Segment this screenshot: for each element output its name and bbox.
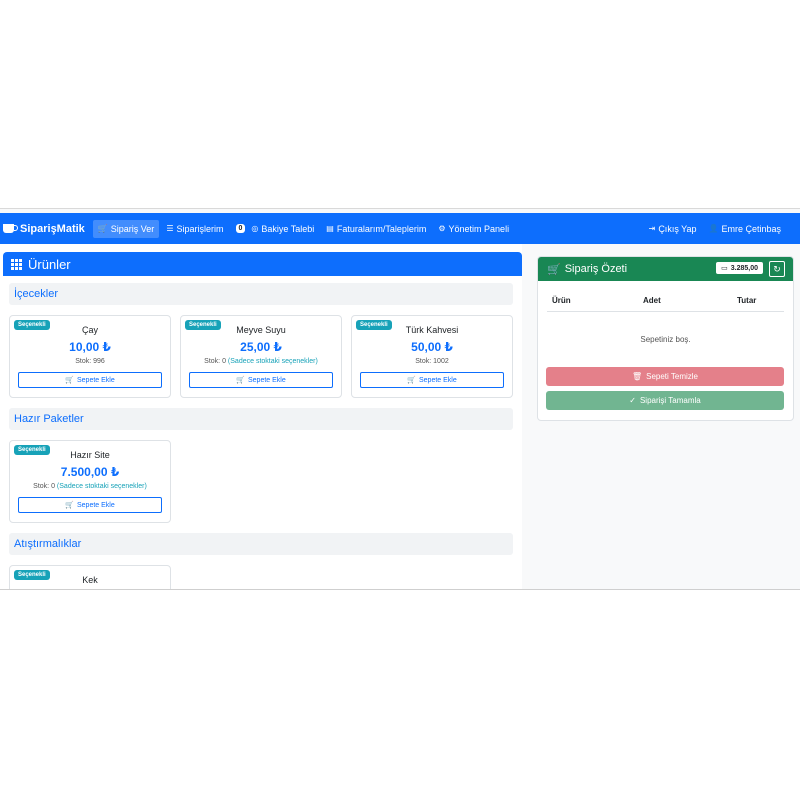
product-stock: Stok: 996 — [10, 358, 170, 365]
nav-bakiye-talebi[interactable]: 0 ◎ Bakiye Talebi — [231, 220, 320, 238]
product-price: 7.500,00 ₺ — [60, 465, 120, 479]
table-divider — [547, 311, 784, 312]
button-label: Siparişi Tamamla — [639, 396, 701, 405]
product-stock: Stok: 0 (Sadece stoktaki seçenekler) — [181, 358, 341, 365]
product-card-meyve-suyu: Seçenekli Meyve Suyu 25,00 ₺ Stok: 0 (Sa… — [180, 315, 342, 398]
order-summary-header: 🛒 Sipariş Özeti ▭ 3.285,00 ↻ — [538, 257, 793, 281]
products-panel: Ürünler İçecekler Seçenekli Çay 10,00 ₺ … — [0, 244, 522, 589]
brand-link[interactable]: SiparişMatik — [0, 223, 93, 235]
product-name: Çay — [81, 325, 98, 335]
coin-icon: ◎ — [251, 223, 259, 233]
trash-icon: 🗑 — [631, 372, 643, 381]
product-name: Kek — [82, 575, 98, 585]
complete-order-button[interactable]: ✓ Siparişi Tamamla — [546, 391, 784, 410]
logout-icon: ⇥ — [648, 223, 656, 233]
section-header-icecekler: İçecekler — [9, 283, 513, 305]
cart-icon: 🛒 — [407, 377, 416, 384]
button-label: Sepete Ekle — [247, 376, 286, 384]
button-label: Sepete Ekle — [418, 376, 457, 384]
product-stock: Stok: 1002 — [352, 358, 512, 365]
app-window: SiparişMatik 🛒 Sipariş Ver ☰ Siparişleri… — [0, 208, 800, 590]
nav-siparislerim[interactable]: ☰ Siparişlerim — [161, 220, 228, 238]
refresh-button[interactable]: ↻ — [769, 261, 785, 277]
cart-icon: 🛒 — [65, 377, 74, 384]
nav-siparis-ver[interactable]: 🛒 Sipariş Ver — [92, 219, 160, 238]
nav-yonetim-paneli[interactable]: ⚙ Yönetim Paneli — [433, 220, 514, 238]
product-card-cay: Seçenekli Çay 10,00 ₺ Stok: 996 🛒 Sepete … — [9, 315, 171, 398]
button-label: Sepeti Temizle — [646, 372, 699, 381]
check-circle-icon: ✓ — [629, 396, 636, 405]
product-card-kek: Seçenekli Kek — [9, 565, 171, 589]
nav-label: Bakiye Talebi — [261, 223, 315, 234]
add-to-cart-button[interactable]: 🛒 Sepete Ekle — [360, 372, 504, 388]
gear-icon: ⚙ — [438, 223, 446, 233]
product-price: 25,00 ₺ — [240, 340, 282, 354]
add-to-cart-button[interactable]: 🛒 Sepete Ekle — [18, 372, 162, 388]
list-icon: ☰ — [166, 223, 174, 233]
user-icon: 👤 — [708, 223, 719, 233]
clear-cart-button[interactable]: 🗑 Sepeti Temizle — [546, 367, 784, 386]
nav-label: Siparişlerim — [176, 223, 224, 234]
invoice-icon: ▤ — [326, 223, 334, 233]
stock-text: Stok: 996 — [75, 358, 105, 365]
column-header-adet: Adet — [643, 296, 661, 305]
top-navbar: SiparişMatik 🛒 Sipariş Ver ☰ Siparişleri… — [0, 213, 800, 244]
product-name: Meyve Suyu — [236, 325, 286, 335]
nav-label: Sipariş Ver — [110, 223, 155, 234]
product-name: Hazır Site — [70, 450, 110, 460]
stock-note: (Sadece stoktaki seçenekler) — [56, 483, 147, 490]
add-to-cart-button[interactable]: 🛒 Sepete Ekle — [18, 497, 162, 513]
products-title: Ürünler — [28, 256, 71, 272]
stock-text: Stok: 0 — [204, 358, 226, 365]
product-stock: Stok: 0 (Sadece stoktaki seçenekler) — [10, 483, 170, 490]
product-price: 50,00 ₺ — [411, 340, 453, 354]
section-header-hazir-paketler: Hazır Paketler — [9, 408, 513, 430]
brand-name: SiparişMatik — [20, 222, 85, 235]
section-title: Atıştırmalıklar — [14, 538, 82, 550]
product-card-hazir-site: Seçenekli Hazır Site 7.500,00 ₺ Stok: 0 … — [9, 440, 171, 523]
column-header-urun: Ürün — [552, 296, 571, 305]
balance-badge: ▭ 3.285,00 — [716, 262, 763, 274]
user-name: Emre Çetinbaş — [721, 223, 781, 234]
cart-icon: 🛒 — [236, 377, 245, 384]
cart-icon: 🛒 — [547, 263, 561, 276]
coffee-cup-icon — [3, 224, 18, 233]
empty-cart-message: Sepetiniz boş. — [640, 335, 691, 344]
stock-text: Stok: 1002 — [415, 358, 449, 365]
nav-label: Yönetim Paneli — [448, 223, 510, 234]
stock-note: (Sadece stoktaki seçenekler) — [227, 358, 318, 365]
product-price: 10,00 ₺ — [69, 340, 111, 354]
button-label: Sepete Ekle — [76, 501, 115, 509]
button-label: Sepete Ekle — [76, 376, 115, 384]
logout-label: Çıkış Yap — [658, 223, 697, 234]
add-to-cart-button[interactable]: 🛒 Sepete Ekle — [189, 372, 333, 388]
balance-value: 3.285,00 — [730, 264, 758, 272]
products-header: Ürünler — [3, 252, 522, 276]
column-header-tutar: Tutar — [737, 296, 757, 305]
cart-icon: 🛒 — [97, 223, 108, 233]
nav-faturalarim[interactable]: ▤ Faturalarım/Taleplerim — [321, 220, 431, 238]
grid-icon — [11, 258, 22, 270]
refresh-icon: ↻ — [773, 263, 781, 274]
balance-request-badge: 0 — [235, 224, 246, 233]
product-card-turk-kahvesi: Seçenekli Türk Kahvesi 50,00 ₺ Stok: 100… — [351, 315, 513, 398]
stock-text: Stok: 0 — [33, 483, 55, 490]
logout-link[interactable]: ⇥ Çıkış Yap — [644, 220, 702, 238]
wallet-icon: ▭ — [721, 265, 728, 272]
section-title: İçecekler — [14, 288, 59, 300]
section-header-atistirmaliklar: Atıştırmalıklar — [9, 533, 513, 555]
section-title: Hazır Paketler — [14, 413, 84, 425]
cart-icon: 🛒 — [65, 502, 74, 509]
order-summary-card: 🛒 Sipariş Özeti ▭ 3.285,00 ↻ Ürün Adet Tu… — [537, 256, 794, 421]
nav-label: Faturalarım/Taleplerim — [336, 223, 427, 234]
order-summary-title: Sipariş Özeti — [564, 263, 628, 275]
user-menu[interactable]: 👤 Emre Çetinbaş — [704, 220, 787, 238]
product-name: Türk Kahvesi — [405, 325, 459, 335]
